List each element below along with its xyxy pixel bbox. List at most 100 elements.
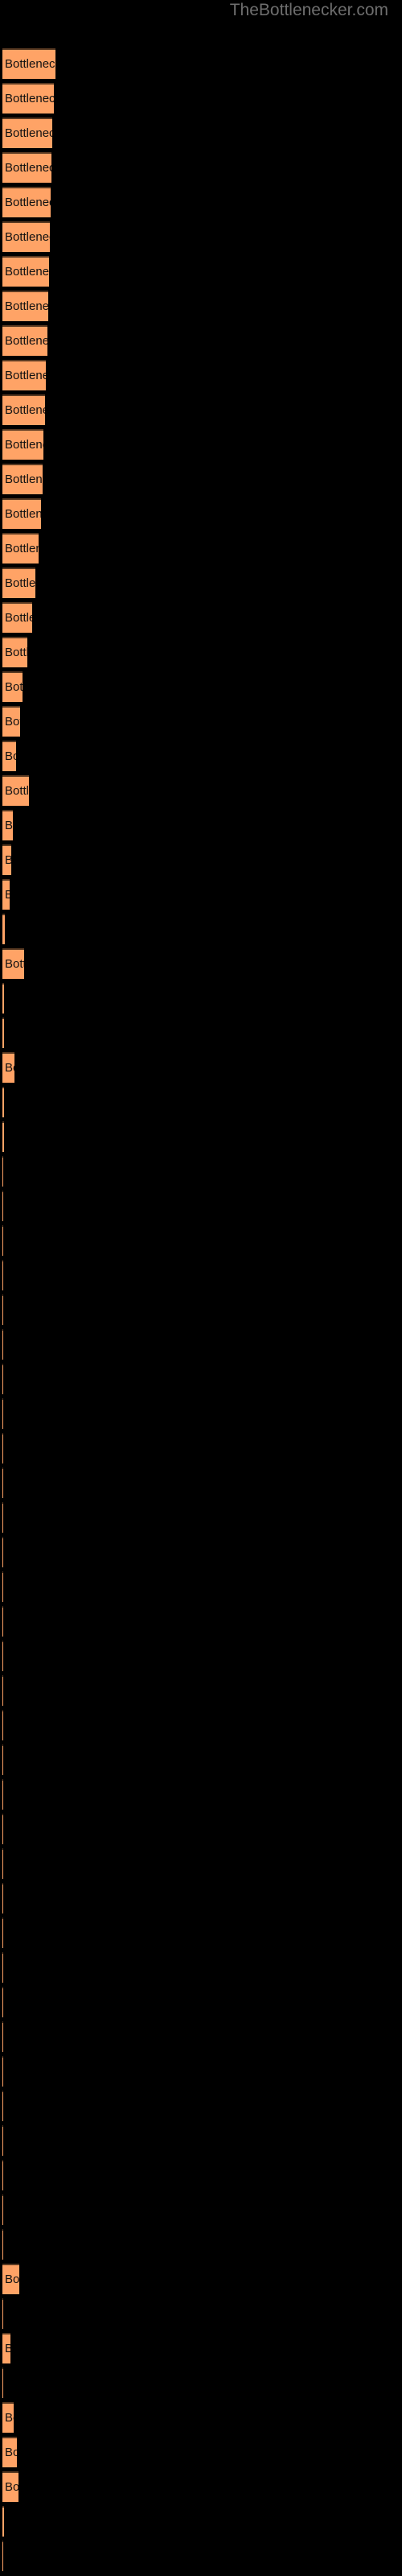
bar[interactable]: Bottleneck result	[2, 325, 47, 356]
bar-row: Bottleneck result	[0, 2541, 402, 2571]
bar[interactable]: Bottleneck result	[2, 1883, 3, 1913]
bar[interactable]: Bottleneck result	[2, 1364, 3, 1394]
bar-row: Bottleneck result	[0, 394, 402, 425]
bar[interactable]: Bottleneck result	[2, 118, 52, 148]
bar[interactable]: Bottleneck result	[2, 2229, 3, 2260]
bar[interactable]: Bottleneck result	[2, 637, 27, 667]
bar[interactable]: Bottleneck result	[2, 2125, 3, 2156]
bar[interactable]: Bottleneck result	[2, 2506, 4, 2537]
bar[interactable]: Bottleneck result	[2, 2471, 18, 2502]
bar[interactable]: Bottleneck result	[2, 187, 51, 217]
bar[interactable]: Bottleneck result	[2, 429, 43, 460]
bar-label: Bottleneck result	[5, 403, 45, 417]
bar-label: Bottleneck result	[5, 611, 32, 625]
bar[interactable]: Bottleneck result	[2, 810, 13, 840]
bar[interactable]: Bottleneck result	[2, 1641, 3, 1671]
bar-row: Bottleneck result	[0, 2333, 402, 2363]
bar-label: Bottleneck result	[5, 473, 43, 486]
bar-label: Bottleneck result	[5, 369, 46, 382]
bar-row: Bottleneck result	[0, 83, 402, 114]
bar[interactable]: Bottleneck result	[2, 1294, 3, 1325]
bar[interactable]: Bottleneck result	[2, 741, 16, 771]
bar-row: Bottleneck result	[0, 1087, 402, 1117]
bar-label: Bottleneck result	[5, 230, 50, 244]
bar-row: Bottleneck result	[0, 1710, 402, 1740]
bar[interactable]: Bottleneck result	[2, 948, 24, 979]
bar[interactable]: Bottleneck result	[2, 152, 51, 183]
bar[interactable]: Bottleneck result	[2, 291, 48, 321]
bar[interactable]: Bottleneck result	[2, 1225, 3, 1256]
bar[interactable]: Bottleneck result	[2, 1156, 3, 1187]
bar[interactable]: Bottleneck result	[2, 1329, 3, 1360]
bar[interactable]: Bottleneck result	[2, 671, 23, 702]
bar[interactable]: Bottleneck result	[2, 1052, 14, 1083]
bar[interactable]: Bottleneck result	[2, 1433, 3, 1463]
bar-row: Bottleneck result	[0, 948, 402, 979]
bar[interactable]: Bottleneck result	[2, 83, 54, 114]
bar[interactable]: Bottleneck result	[2, 844, 11, 875]
bar-row: Bottleneck result	[0, 602, 402, 633]
bar[interactable]: Bottleneck result	[2, 706, 20, 737]
bar[interactable]: Bottleneck result	[2, 2264, 19, 2294]
bar[interactable]: Bottleneck result	[2, 464, 43, 494]
bar[interactable]: Bottleneck result	[2, 2091, 3, 2121]
bar[interactable]: Bottleneck result	[2, 221, 50, 252]
bar-row: Bottleneck result	[0, 1433, 402, 1463]
bar[interactable]: Bottleneck result	[2, 568, 35, 598]
bar[interactable]: Bottleneck result	[2, 2402, 14, 2433]
bar[interactable]: Bottleneck result	[2, 498, 41, 529]
bar[interactable]: Bottleneck result	[2, 1814, 3, 1844]
bar[interactable]: Bottleneck result	[2, 775, 29, 806]
bar[interactable]: Bottleneck result	[2, 1848, 3, 1879]
bar-row: Bottleneck result	[0, 1571, 402, 1602]
bar[interactable]: Bottleneck result	[2, 1018, 4, 1048]
bar[interactable]: Bottleneck result	[2, 2160, 3, 2190]
bar[interactable]: Bottleneck result	[2, 1710, 3, 1740]
bar-label: Bottleneck result	[5, 749, 16, 763]
bar[interactable]: Bottleneck result	[2, 2333, 10, 2363]
bar[interactable]: Bottleneck result	[2, 983, 4, 1013]
bar[interactable]: Bottleneck result	[2, 256, 49, 287]
bar[interactable]: Bottleneck result	[2, 1398, 3, 1429]
bar[interactable]: Bottleneck result	[2, 2437, 17, 2467]
bar-label: Bottleneck result	[5, 2273, 19, 2286]
bar[interactable]: Bottleneck result	[2, 1537, 3, 1567]
bar[interactable]: Bottleneck result	[2, 1744, 3, 1775]
bar[interactable]: Bottleneck result	[2, 1571, 3, 1602]
bar[interactable]: Bottleneck result	[2, 394, 45, 425]
bar[interactable]: Bottleneck result	[2, 1087, 4, 1117]
bar[interactable]: Bottleneck result	[2, 1918, 3, 1948]
bar-row: Bottleneck result	[0, 914, 402, 944]
bar[interactable]: Bottleneck result	[2, 1260, 3, 1290]
bar[interactable]: Bottleneck result	[2, 2194, 3, 2225]
bar[interactable]: Bottleneck result	[2, 1191, 3, 1221]
bar[interactable]: Bottleneck result	[2, 914, 5, 944]
bar[interactable]: Bottleneck result	[2, 1952, 3, 1983]
bar-row: Bottleneck result	[0, 464, 402, 494]
bar[interactable]: Bottleneck result	[2, 48, 55, 79]
bar[interactable]: Bottleneck result	[2, 1779, 3, 1810]
bar-row: Bottleneck result	[0, 1537, 402, 1567]
bar-row: Bottleneck result	[0, 2021, 402, 2052]
bar[interactable]: Bottleneck result	[2, 1675, 3, 1706]
bar[interactable]: Bottleneck result	[2, 360, 46, 390]
bar[interactable]: Bottleneck result	[2, 2368, 3, 2398]
bar-row: Bottleneck result	[0, 741, 402, 771]
bar-row: Bottleneck result	[0, 429, 402, 460]
bar[interactable]: Bottleneck result	[2, 1606, 3, 1637]
bar[interactable]: Bottleneck result	[2, 1468, 3, 1498]
bar[interactable]: Bottleneck result	[2, 602, 32, 633]
bar[interactable]: Bottleneck result	[2, 1502, 3, 1533]
bar[interactable]: Bottleneck result	[2, 533, 39, 564]
bar[interactable]: Bottleneck result	[2, 879, 10, 910]
bar[interactable]: Bottleneck result	[2, 2541, 3, 2571]
bar[interactable]: Bottleneck result	[2, 1987, 3, 2017]
bar[interactable]: Bottleneck result	[2, 2021, 3, 2052]
bar-row: Bottleneck result	[0, 2437, 402, 2467]
bar[interactable]: Bottleneck result	[2, 2056, 3, 2087]
bar[interactable]: Bottleneck result	[2, 1121, 4, 1152]
bar-label: Bottleneck result	[5, 57, 55, 71]
bar-row: Bottleneck result	[0, 2471, 402, 2502]
bar[interactable]: Bottleneck result	[2, 2298, 3, 2329]
bar-row: Bottleneck result	[0, 152, 402, 183]
